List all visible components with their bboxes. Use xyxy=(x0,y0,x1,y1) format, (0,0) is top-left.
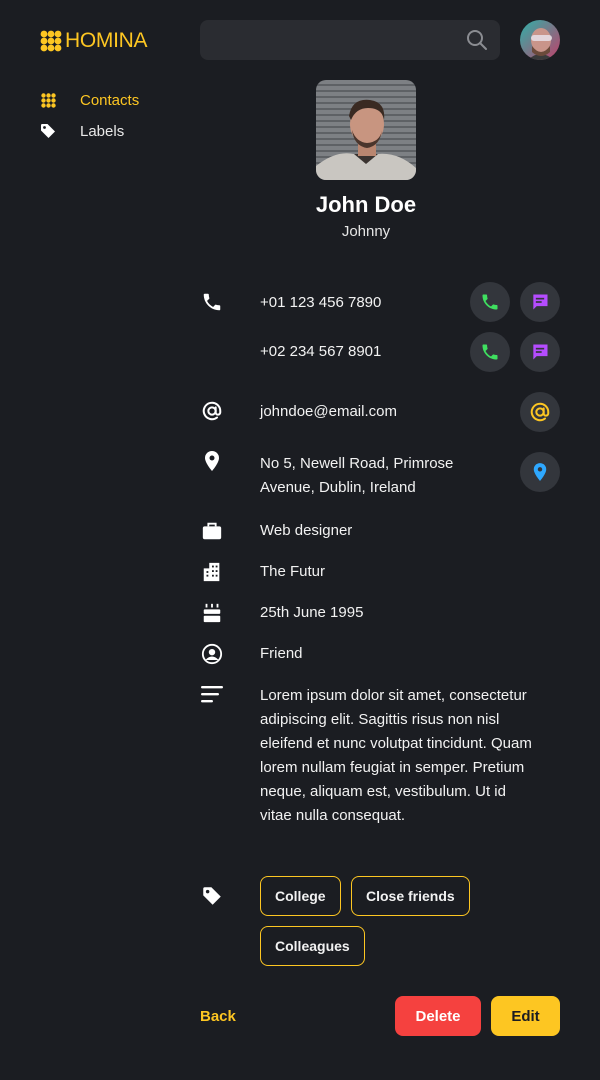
building-icon xyxy=(200,560,224,584)
message-icon xyxy=(532,294,548,310)
notes-line: neque, aliquam est, vestibulum. Ut id xyxy=(260,783,506,800)
back-button[interactable]: Back xyxy=(200,1006,236,1028)
tag-icon xyxy=(200,884,224,908)
notes-icon xyxy=(200,683,224,707)
person-circle-icon xyxy=(200,642,224,666)
label-chip[interactable]: College xyxy=(260,876,341,916)
phone-number-2[interactable]: +02 234 567 8901 xyxy=(260,340,381,364)
notes-line: lorem nullam feugiat in semper. Pretium xyxy=(260,759,525,776)
tag-icon xyxy=(40,123,56,139)
cake-icon xyxy=(200,601,224,625)
user-avatar[interactable] xyxy=(520,20,560,60)
address[interactable]: No 5, Newell Road, Primrose Avenue, Dubl… xyxy=(260,452,453,500)
briefcase-icon xyxy=(200,519,224,543)
edit-button[interactable]: Edit xyxy=(491,996,560,1036)
delete-button[interactable]: Delete xyxy=(395,996,481,1036)
notes-line: Lorem ipsum dolor sit amet, consectetur xyxy=(260,687,527,704)
address-line: No 5, Newell Road, Primrose xyxy=(260,455,454,472)
app-logo[interactable]: HOMINA xyxy=(40,29,148,53)
search-icon[interactable] xyxy=(466,29,488,56)
call-button[interactable] xyxy=(470,332,510,372)
sidebar-item-labels[interactable]: Labels xyxy=(40,121,139,141)
message-button[interactable] xyxy=(520,282,560,322)
address-line: Avenue, Dublin, Ireland xyxy=(260,479,416,496)
job-title: Web designer xyxy=(260,522,353,539)
notes-line: eleifend et nunc volutpat tincidunt. Qua… xyxy=(260,735,532,752)
message-icon xyxy=(532,344,548,360)
company: The Futur xyxy=(260,563,326,580)
phone-icon xyxy=(200,290,224,314)
search-bar xyxy=(200,20,500,60)
label-chip[interactable]: Close friends xyxy=(351,876,470,916)
location-pin-icon xyxy=(200,449,224,473)
notes-line: adipiscing elit. Sagittis risus non nisl xyxy=(260,711,500,728)
app-name: HOMINA xyxy=(65,29,148,52)
message-button[interactable] xyxy=(520,332,560,372)
call-button[interactable] xyxy=(470,282,510,322)
sidebar-item-label: Contacts xyxy=(80,91,140,109)
contact-nickname: Johnny xyxy=(341,223,391,240)
sidebar-nav: Contacts Labels xyxy=(40,90,139,152)
logo-grid-icon xyxy=(40,30,62,52)
call-icon xyxy=(482,344,498,360)
relationship: Friend xyxy=(260,645,303,662)
at-sign-icon xyxy=(200,399,224,423)
send-email-button[interactable] xyxy=(520,392,560,432)
email-address[interactable]: johndoe@email.com xyxy=(260,400,397,424)
sidebar-item-contacts[interactable]: Contacts xyxy=(40,90,139,110)
grid-icon xyxy=(40,92,56,108)
contact-photo xyxy=(316,80,416,180)
location-pin-icon xyxy=(533,463,547,481)
sidebar-item-label: Labels xyxy=(80,122,125,140)
at-sign-icon xyxy=(530,402,550,422)
notes: Lorem ipsum dolor sit amet, consectetur … xyxy=(260,684,560,828)
call-icon xyxy=(482,294,498,310)
contact-name: John Doe xyxy=(315,192,417,217)
search-input[interactable] xyxy=(200,20,500,60)
notes-line: vitae nulla consequat. xyxy=(260,807,406,824)
label-chip[interactable]: Colleagues xyxy=(260,926,365,966)
phone-number-1[interactable]: +01 123 456 7890 xyxy=(260,291,381,315)
birthday: 25th June 1995 xyxy=(260,604,364,621)
open-map-button[interactable] xyxy=(520,452,560,492)
